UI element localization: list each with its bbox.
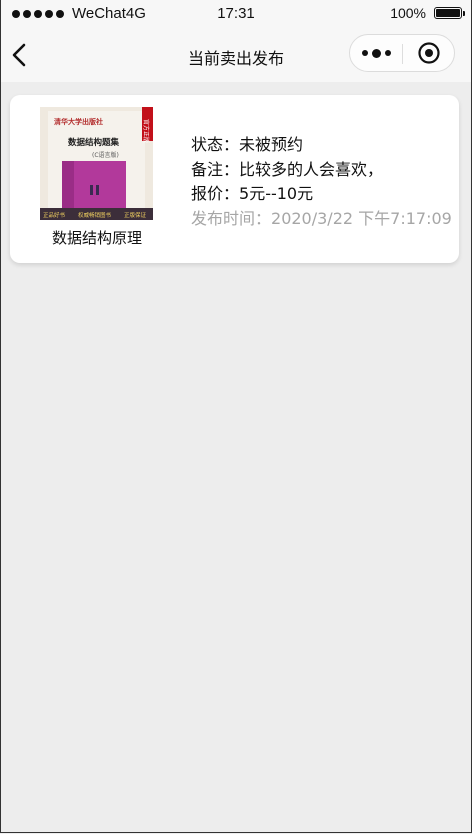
- cover-subtitle: (C语言版): [92, 151, 119, 159]
- status-bar: WeChat4G 17:31 100%: [0, 0, 472, 28]
- battery-fill: [436, 9, 460, 17]
- more-dot-icon: [371, 48, 381, 58]
- price-label: 报价：: [191, 184, 240, 203]
- book-title: 数据结构原理: [51, 229, 142, 247]
- note-label: 备注：: [191, 159, 240, 179]
- note-value: 比较多的人会喜欢，: [239, 159, 384, 179]
- status-row: 状态：未被预约: [191, 133, 452, 158]
- close-miniprogram-button[interactable]: [403, 35, 454, 71]
- note-row: 备注：比较多的人会喜欢，: [191, 158, 452, 183]
- publish-time-row: 发布时间：2020/3/22 下午7:17:09: [191, 207, 452, 232]
- cover-banner-right: 正版保证: [124, 211, 147, 219]
- more-dot-icon: [384, 50, 391, 56]
- price-value: 5元--10元: [239, 184, 314, 203]
- target-circle-icon: [417, 42, 440, 64]
- more-button[interactable]: [350, 35, 402, 71]
- publish-time-label: 发布时间：: [191, 208, 272, 228]
- publish-time-value: 2020/3/22 下午7:17:09: [271, 208, 452, 228]
- navigation-bar: 当前卖出发布: [0, 28, 472, 82]
- more-dot-icon: [361, 50, 368, 56]
- miniprogram-capsule: [349, 34, 455, 72]
- cover-title: 数据结构题集: [68, 137, 120, 148]
- book-cover-image: 清华大学出版社 官方正版 数据结构题集 (C语言版) 正品好书 权威畅销图书 正…: [40, 107, 153, 220]
- book-cover-art: 清华大学出版社 官方正版 数据结构题集 (C语言版) 正品好书 权威畅销图书 正…: [40, 107, 153, 220]
- listing-details: 状态：未被预约 备注：比较多的人会喜欢， 报价：5元--10元 发布时间：202…: [191, 133, 452, 231]
- status-value: 未被预约: [239, 135, 304, 154]
- cover-publisher: 清华大学出版社: [54, 117, 103, 126]
- cover-seal: 官方正版: [142, 119, 150, 143]
- cover-banner-mid: 权威畅销图书: [78, 211, 112, 219]
- battery-icon: [434, 7, 465, 19]
- cover-banner-left: 正品好书: [43, 211, 66, 219]
- battery-tip: [463, 11, 465, 16]
- listing-card[interactable]: 清华大学出版社 官方正版 数据结构题集 (C语言版) 正品好书 权威畅销图书 正…: [10, 95, 459, 263]
- battery-percent: 100%: [390, 5, 426, 21]
- status-label: 状态：: [191, 135, 240, 154]
- price-row: 报价：5元--10元: [191, 182, 452, 207]
